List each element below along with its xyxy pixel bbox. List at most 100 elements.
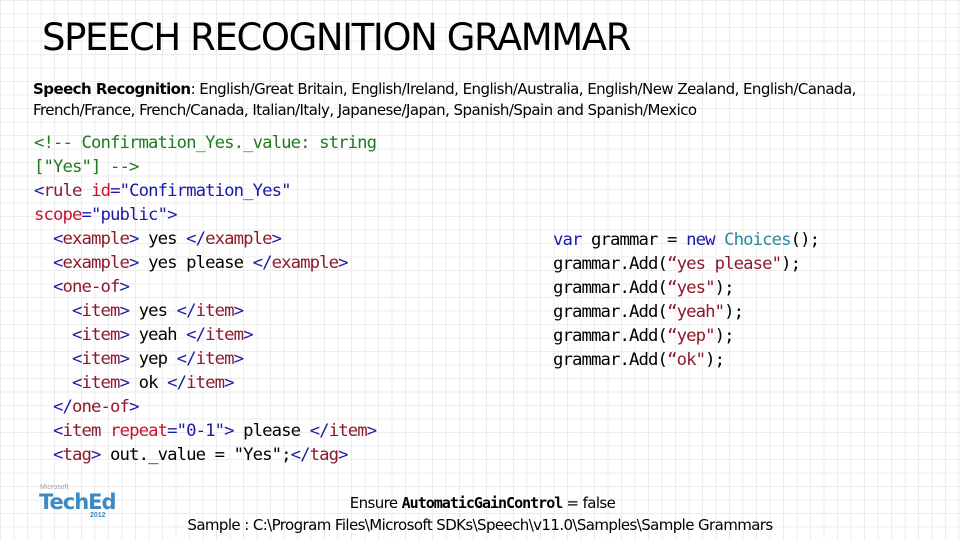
code-token-text: grammar.Add( bbox=[553, 350, 668, 370]
code-token-name: tag bbox=[62, 445, 92, 465]
code-line: grammar.Add(“ok"); bbox=[553, 348, 819, 372]
code-token-tag: </ bbox=[290, 445, 311, 465]
code-token-tag: > bbox=[119, 349, 130, 369]
code-token-tag: </ bbox=[176, 349, 197, 369]
code-token-attr: repeat bbox=[110, 421, 168, 441]
code-token-tag: </ bbox=[167, 373, 187, 393]
code-token-comment: <!-- Confirmation_Yes._value: string bbox=[34, 133, 377, 153]
code-token-tag: </ bbox=[186, 229, 206, 249]
code-token-tag: > bbox=[129, 397, 139, 417]
code-line: scope="public"> bbox=[34, 203, 376, 227]
code-line: <item repeat="0-1"> please </item> bbox=[34, 419, 377, 443]
agc-note-prefix: Ensure bbox=[349, 494, 402, 512]
code-token-tag: > bbox=[119, 301, 130, 321]
code-line: <item> yep </item> bbox=[34, 347, 376, 371]
code-token-tag: > bbox=[366, 421, 377, 441]
code-token-text: please bbox=[233, 421, 310, 441]
code-token-text: ); bbox=[714, 326, 735, 346]
code-line: <!-- Confirmation_Yes._value: string bbox=[34, 131, 377, 155]
code-token-tag: </ bbox=[176, 301, 197, 321]
agc-note-suffix: = false bbox=[562, 494, 616, 512]
subtitle-separator: : bbox=[190, 80, 200, 98]
code-token-name: item bbox=[195, 349, 235, 369]
code-token-name: example bbox=[205, 229, 272, 249]
code-line: var grammar = new Choices(); bbox=[553, 228, 820, 252]
code-token-tag: < bbox=[34, 325, 82, 345]
code-token-tag: </ bbox=[252, 253, 273, 273]
code-token-tag: > bbox=[91, 445, 101, 465]
code-token-tag: > bbox=[129, 253, 139, 273]
code-line: grammar.Add(“yes"); bbox=[553, 276, 819, 300]
code-token-tag: > bbox=[338, 445, 348, 465]
code-line: grammar.Add(“yes please"); bbox=[553, 252, 819, 276]
code-token-name: item bbox=[328, 421, 368, 441]
code-token-name: one-of bbox=[72, 397, 130, 417]
code-line: <tag> out._value = "Yes";</tag> bbox=[34, 443, 376, 467]
code-line: <example> yes </example> bbox=[34, 227, 376, 251]
code-token-text: ); bbox=[705, 350, 725, 370]
code-token-tag: > bbox=[119, 325, 130, 345]
code-line: <example> yes please </example> bbox=[34, 251, 376, 275]
code-token-text: ok bbox=[129, 373, 168, 393]
code-token-val: ="public"> bbox=[81, 205, 178, 225]
code-line: <item> ok </item> bbox=[34, 371, 376, 395]
code-line: <item> yes </item> bbox=[34, 299, 376, 323]
code-line: grammar.Add(“yeah"); bbox=[553, 300, 819, 324]
code-token-attr: scope bbox=[34, 205, 82, 225]
slide-title: SPEECH RECOGNITION GRAMMAR bbox=[42, 16, 631, 59]
code-line: ["Yes"] --> bbox=[34, 155, 376, 179]
code-token-tag: < bbox=[34, 445, 63, 465]
code-token-tag: > bbox=[129, 229, 139, 249]
code-token-tag: > bbox=[233, 301, 244, 321]
code-token-str: “yep" bbox=[667, 326, 715, 346]
code-token-tag: < bbox=[34, 229, 63, 249]
agc-note: Ensure AutomaticGainControl = false bbox=[0, 494, 960, 512]
code-token-name: item bbox=[81, 349, 121, 369]
code-token-str: “yes please" bbox=[667, 254, 782, 274]
code-token-name: item bbox=[195, 301, 235, 321]
code-token-tag: < bbox=[34, 349, 82, 369]
code-token-name: rule bbox=[43, 181, 83, 201]
code-token-name: tag bbox=[309, 445, 339, 465]
code-token-text: ); bbox=[714, 278, 735, 298]
code-line: </one-of> bbox=[34, 395, 376, 419]
csharp-choices-code-block: var grammar = new Choices(); grammar.Add(… bbox=[553, 228, 820, 372]
supported-languages: Speech Recognition: English/Great Britai… bbox=[33, 79, 943, 121]
code-token-name: example bbox=[62, 229, 130, 249]
code-token-tag: </ bbox=[309, 421, 330, 441]
code-token-text: ); bbox=[781, 254, 801, 274]
code-token-name: item bbox=[81, 325, 121, 345]
code-token-name: one-of bbox=[62, 277, 121, 297]
code-line: <one-of> bbox=[34, 275, 376, 299]
code-token-text: ); bbox=[724, 302, 744, 322]
code-token-tag: > bbox=[233, 349, 244, 369]
code-token-text: yep bbox=[129, 349, 177, 369]
code-token-tag: < bbox=[34, 181, 44, 201]
code-token-tag: < bbox=[34, 253, 63, 273]
code-token-text: grammar.Add( bbox=[553, 302, 668, 322]
code-token-str: “yeah" bbox=[667, 302, 725, 322]
code-token-name: item bbox=[81, 373, 121, 393]
code-token-val: ="0-1"> bbox=[167, 421, 234, 441]
code-token-name: item bbox=[81, 301, 121, 321]
code-token-tag: > bbox=[119, 373, 130, 393]
code-token-tag: > bbox=[119, 277, 130, 297]
code-token-comment: ["Yes"] --> bbox=[34, 157, 139, 177]
code-token-text: yes bbox=[138, 229, 187, 249]
agc-property: AutomaticGainControl bbox=[401, 494, 564, 512]
code-token-tag: </ bbox=[34, 397, 73, 417]
code-token-text: grammar = bbox=[581, 230, 687, 250]
code-token-tag: < bbox=[34, 421, 63, 441]
code-token-val: ="Confirmation_Yes" bbox=[110, 181, 291, 201]
subtitle-label: Speech Recognition bbox=[33, 80, 191, 98]
code-token-text: grammar.Add( bbox=[553, 254, 668, 274]
code-token-text: yeah bbox=[129, 325, 187, 345]
code-token-tag: > bbox=[224, 373, 234, 393]
code-token-name: item bbox=[62, 421, 102, 441]
code-line: <item> yeah </item> bbox=[34, 323, 376, 347]
code-token-tag: </ bbox=[186, 325, 206, 345]
code-token-tag: > bbox=[243, 325, 253, 345]
